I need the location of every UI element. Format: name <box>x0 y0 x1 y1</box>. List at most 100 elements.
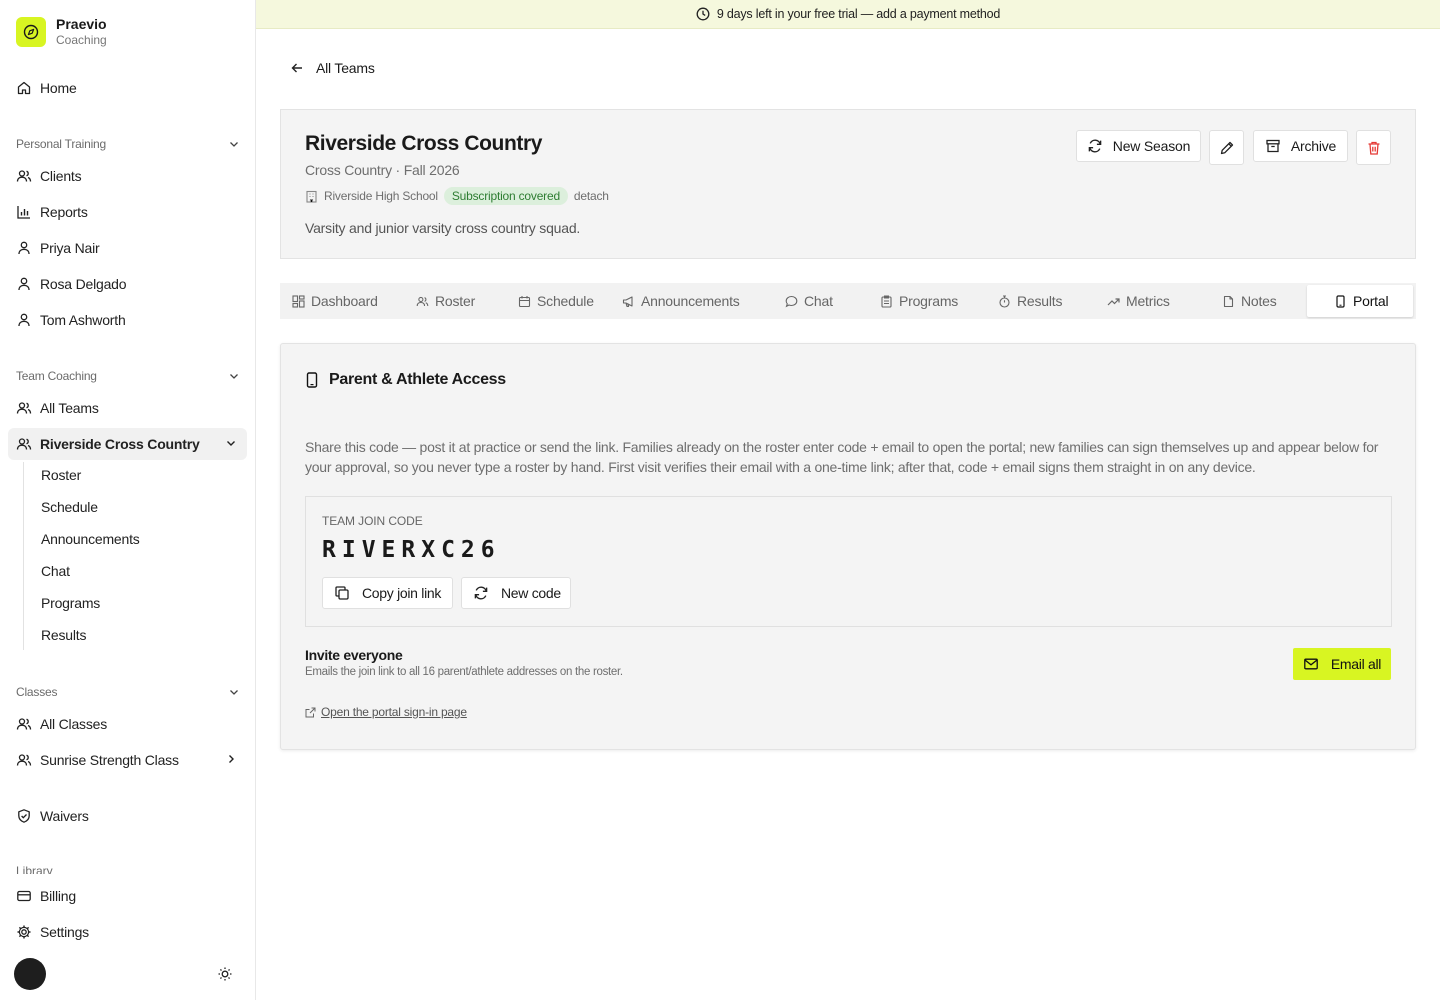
invite-title: Invite everyone <box>305 647 403 663</box>
delete-team-button[interactable] <box>1356 130 1391 165</box>
brand-subtitle: Coaching <box>56 33 107 47</box>
tab-chat[interactable]: Chat <box>773 285 853 317</box>
sun-icon <box>218 967 232 981</box>
bar-chart-icon <box>17 206 30 219</box>
sidebar-item-reports[interactable]: Reports <box>8 196 247 228</box>
user-icon <box>18 277 30 291</box>
back-link[interactable]: All Teams <box>290 60 375 76</box>
home-icon <box>17 81 31 95</box>
school-name: Riverside High School <box>324 189 438 203</box>
sidebar-item-label: Priya Nair <box>40 240 100 256</box>
team-icon <box>16 718 32 730</box>
chevron-down-icon[interactable] <box>225 437 237 449</box>
sidebar-subitem-roster[interactable]: Roster <box>41 467 81 483</box>
section-team-coaching[interactable]: Team Coaching <box>16 369 240 383</box>
dashboard-icon <box>292 294 305 308</box>
archive-icon <box>1266 139 1280 153</box>
sidebar-subitem-announcements[interactable]: Announcements <box>41 531 140 547</box>
stopwatch-icon <box>999 294 1010 308</box>
clipboard-icon <box>881 295 892 308</box>
tab-metrics[interactable]: Metrics <box>1095 285 1190 317</box>
brand[interactable]: Praevio Coaching <box>16 16 107 48</box>
back-link-label: All Teams <box>316 60 375 76</box>
avatar[interactable] <box>14 958 46 990</box>
sidebar-item-all-classes[interactable]: All Classes <box>8 708 247 740</box>
team-description: Varsity and junior varsity cross country… <box>305 220 581 236</box>
tab-announcements[interactable]: Announcements <box>610 285 758 317</box>
file-icon <box>1223 295 1234 307</box>
sidebar-item-home[interactable]: Home <box>8 72 247 104</box>
tab-results[interactable]: Results <box>986 285 1076 317</box>
tab-programs[interactable]: Programs <box>868 285 968 317</box>
sidebar-item-billing[interactable]: Billing <box>8 880 247 912</box>
refresh-icon <box>474 586 488 600</box>
tab-notes[interactable]: Notes <box>1210 285 1290 317</box>
compass-icon <box>16 17 46 47</box>
trial-banner[interactable]: 9 days left in your free trial — add a p… <box>256 0 1440 29</box>
invite-subtitle: Emails the join link to all 16 parent/at… <box>305 666 623 678</box>
email-all-button[interactable]: Email all <box>1293 648 1391 680</box>
user-icon <box>18 241 30 255</box>
tab-schedule[interactable]: Schedule <box>506 285 606 317</box>
sidebar-item-sunrise-strength-class[interactable]: Sunrise Strength Class <box>8 744 247 776</box>
theme-toggle[interactable] <box>217 966 233 982</box>
sidebar-subitem-programs[interactable]: Programs <box>41 595 100 611</box>
chat-bubble-icon <box>785 295 798 307</box>
sidebar-item-label: Sunrise Strength Class <box>40 752 179 768</box>
sidebar-item-label: All Classes <box>40 716 108 732</box>
chevron-down-icon <box>230 142 238 147</box>
sidebar-item-label: Settings <box>40 924 89 940</box>
sidebar-item-clients[interactable]: Clients <box>8 160 247 192</box>
megaphone-icon <box>622 295 633 307</box>
shield-check-icon <box>18 809 30 823</box>
chevron-down-icon <box>230 374 238 379</box>
new-season-button[interactable]: New Season <box>1076 130 1201 162</box>
smartphone-icon <box>1336 294 1345 308</box>
tab-portal[interactable]: Portal <box>1307 285 1413 317</box>
smartphone-icon <box>306 372 318 388</box>
team-icon <box>16 402 32 414</box>
sidebar-item-riverside-cross-country[interactable]: Riverside Cross Country <box>8 428 247 460</box>
sidebar-subitem-chat[interactable]: Chat <box>41 563 70 579</box>
sidebar-item-tom-ashworth[interactable]: Tom Ashworth <box>8 304 247 336</box>
submenu-guide <box>23 462 24 650</box>
gear-icon <box>17 925 31 939</box>
credit-card-icon <box>17 890 31 902</box>
tab-dashboard[interactable]: Dashboard <box>280 285 394 317</box>
users-icon <box>416 296 429 306</box>
sidebar-item-label: Reports <box>40 204 88 220</box>
portal-card-title: Parent & Athlete Access <box>305 371 506 389</box>
sidebar-item-label: Waivers <box>40 808 89 824</box>
sidebar-subitem-schedule[interactable]: Schedule <box>41 499 98 515</box>
open-portal-link[interactable]: Open the portal sign-in page <box>305 705 467 719</box>
sidebar: Praevio Coaching Home Personal Training … <box>0 0 256 1000</box>
edit-team-button[interactable] <box>1209 130 1244 165</box>
section-personal-training[interactable]: Personal Training <box>16 137 240 151</box>
portal-access-card: Parent & Athlete Access Share this code … <box>280 343 1416 750</box>
sidebar-subitem-results[interactable]: Results <box>41 627 86 643</box>
users-icon <box>16 170 32 182</box>
sidebar-item-settings[interactable]: Settings <box>8 916 247 948</box>
new-code-button[interactable]: New code <box>461 577 571 609</box>
sidebar-item-all-teams[interactable]: All Teams <box>8 392 247 424</box>
archive-button[interactable]: Archive <box>1253 130 1348 162</box>
sidebar-item-label: Billing <box>40 888 76 904</box>
trending-up-icon <box>1107 297 1120 305</box>
copy-icon <box>335 586 349 600</box>
chevron-down-icon <box>230 690 238 695</box>
building-icon <box>306 190 317 203</box>
tab-roster[interactable]: Roster <box>404 285 504 317</box>
team-icon <box>16 438 32 450</box>
sidebar-item-label: All Teams <box>40 400 99 416</box>
join-code: RIVERXC26 <box>322 537 501 563</box>
join-code-label: TEAM JOIN CODE <box>322 514 423 528</box>
sidebar-item-rosa-delgado[interactable]: Rosa Delgado <box>8 268 247 300</box>
copy-join-link-button[interactable]: Copy join link <box>322 577 453 609</box>
chevron-right-icon[interactable] <box>225 753 237 765</box>
sidebar-item-priya-nair[interactable]: Priya Nair <box>8 232 247 264</box>
detach-link[interactable]: detach <box>574 189 609 203</box>
sidebar-item-label: Tom Ashworth <box>40 312 126 328</box>
sidebar-item-waivers[interactable]: Waivers <box>8 800 247 832</box>
section-classes[interactable]: Classes <box>16 685 240 699</box>
section-library: Library <box>16 864 53 874</box>
